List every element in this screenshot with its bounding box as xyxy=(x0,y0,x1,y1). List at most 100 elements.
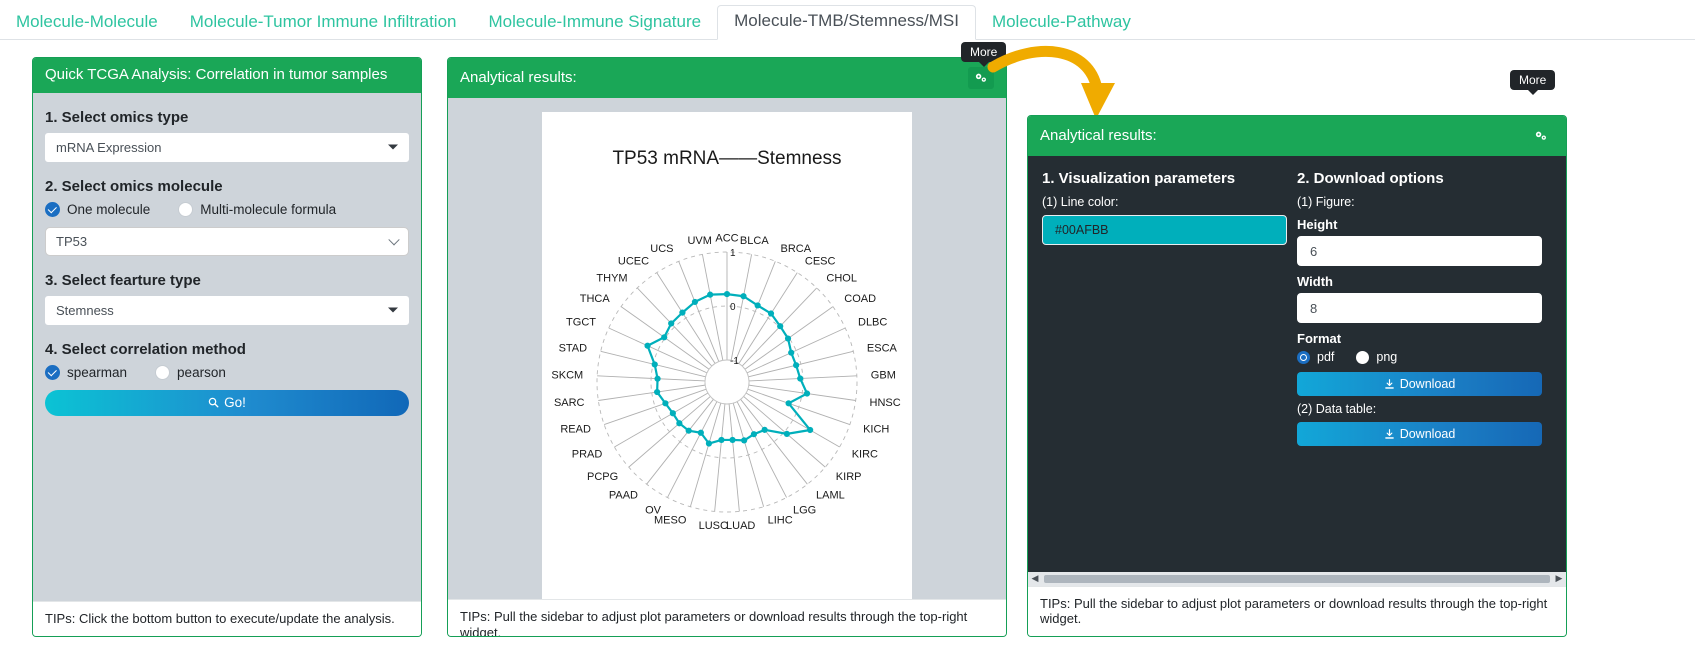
nav-tab-tumor-immune-infiltration[interactable]: Molecule-Tumor Immune Infiltration xyxy=(174,7,473,39)
correlation-method-group: spearman pearson xyxy=(45,364,409,380)
nav-tab-immune-signature[interactable]: Molecule-Immune Signature xyxy=(472,7,717,39)
visualization-options-body: 1. Visualization parameters (1) Line col… xyxy=(1028,156,1566,586)
scrollbar-thumb[interactable] xyxy=(1044,574,1550,583)
nav-tab-molecule-pathway[interactable]: Molecule-Pathway xyxy=(976,7,1147,39)
radio-one-molecule[interactable] xyxy=(45,201,60,217)
svg-text:0: 0 xyxy=(730,302,736,313)
svg-text:LGG: LGG xyxy=(793,505,816,517)
feature-type-label: 3. Select fearture type xyxy=(45,271,201,289)
go-button[interactable]: Go! xyxy=(45,389,409,416)
molecule-mode-group: One molecule Multi-molecule formula xyxy=(45,201,409,217)
download-figure-button[interactable]: Download xyxy=(1297,372,1542,396)
chevron-down-icon xyxy=(388,234,400,246)
feature-type-select[interactable]: Stemness xyxy=(45,295,409,325)
svg-text:BLCA: BLCA xyxy=(740,235,769,247)
radio-spearman[interactable] xyxy=(45,364,60,380)
feature-type-value: Stemness xyxy=(56,302,114,318)
correlation-method-label: 4. Select correlation method xyxy=(45,340,246,358)
analysis-settings-tips: TIPs: Click the bottom button to execute… xyxy=(33,601,421,636)
visualization-options-card: Analytical results: 1. Visualization par… xyxy=(1027,115,1567,637)
analysis-settings-title: Quick TCGA Analysis: Correlation in tumo… xyxy=(45,66,388,83)
svg-text:CESC: CESC xyxy=(805,255,836,267)
svg-text:THYM: THYM xyxy=(596,272,627,284)
format-label: Format xyxy=(1297,331,1342,346)
svg-text:PCPG: PCPG xyxy=(587,471,618,483)
omics-molecule-label: 2. Select omics molecule xyxy=(45,177,223,195)
svg-text:SARC: SARC xyxy=(554,397,585,409)
molecule-select[interactable]: TP53 xyxy=(45,226,409,256)
scroll-left-icon[interactable]: ◀ xyxy=(1028,574,1042,583)
width-value: 8 xyxy=(1310,300,1318,316)
analysis-settings-card: Quick TCGA Analysis: Correlation in tumo… xyxy=(32,57,422,637)
download-icon xyxy=(1385,378,1394,389)
radio-format-png[interactable] xyxy=(1356,350,1370,364)
radio-format-pdf-label: pdf xyxy=(1317,350,1335,364)
line-color-label: (1) Line color: xyxy=(1042,195,1119,209)
analytical-results-tips: TIPs: Pull the sidebar to adjust plot pa… xyxy=(448,599,1006,636)
radio-multi-molecule[interactable] xyxy=(178,201,194,217)
svg-text:LAML: LAML xyxy=(816,490,845,502)
svg-text:KICH: KICH xyxy=(863,424,889,436)
chevron-down-icon xyxy=(388,307,398,313)
nav-tab-tmb-stemness-msi[interactable]: Molecule-TMB/Stemness/MSI xyxy=(717,5,976,40)
svg-text:ACC: ACC xyxy=(715,233,738,245)
chevron-down-icon xyxy=(388,144,398,150)
svg-text:LUSC: LUSC xyxy=(699,520,728,532)
svg-text:LUAD: LUAD xyxy=(726,520,755,532)
height-input[interactable]: 6 xyxy=(1297,236,1542,266)
visualization-options-title: Analytical results: xyxy=(1040,126,1157,144)
svg-text:LIHC: LIHC xyxy=(768,515,793,527)
radar-chart-svg: TP53 mRNA——Stemness 1 0 -1 ACC BLCA BRCACESC CH… xyxy=(551,148,901,532)
svg-text:PRAD: PRAD xyxy=(572,449,603,461)
svg-text:HNSC: HNSC xyxy=(870,397,901,409)
svg-text:PAAD: PAAD xyxy=(609,490,638,502)
more-widget-button-right[interactable] xyxy=(1528,125,1554,147)
radio-pearson[interactable] xyxy=(155,364,171,380)
svg-text:-1: -1 xyxy=(730,356,739,367)
radio-one-molecule-label: One molecule xyxy=(67,201,151,217)
download-table-button[interactable]: Download xyxy=(1297,422,1542,446)
gears-icon xyxy=(1535,131,1546,140)
svg-text:READ: READ xyxy=(560,424,591,436)
svg-text:TP53 mRNA——Stemness: TP53 mRNA——Stemness xyxy=(612,148,841,169)
search-icon xyxy=(208,397,219,408)
main-nav: Molecule-Molecule Molecule-Tumor Immune … xyxy=(0,0,1695,40)
omics-type-select[interactable]: mRNA Expression xyxy=(45,132,409,162)
svg-text:BRCA: BRCA xyxy=(781,243,812,255)
visualization-options-tips: TIPs: Pull the sidebar to adjust plot pa… xyxy=(1028,585,1566,636)
page-content: Quick TCGA Analysis: Correlation in tumo… xyxy=(0,41,1695,655)
radar-plot: TP53 mRNA——Stemness 1 0 -1 ACC BLCA BRCA CESC CH… xyxy=(542,112,912,599)
svg-text:STAD: STAD xyxy=(559,343,588,355)
horizontal-scrollbar[interactable]: ◀ ▶ xyxy=(1028,571,1566,586)
nav-tab-molecule-molecule[interactable]: Molecule-Molecule xyxy=(0,7,174,39)
app-root: Molecule-Molecule Molecule-Tumor Immune … xyxy=(0,0,1695,655)
width-label: Width xyxy=(1297,274,1333,289)
svg-text:THCA: THCA xyxy=(580,293,611,305)
visualization-options-header: Analytical results: xyxy=(1028,116,1566,156)
visualization-parameters-heading: 1. Visualization parameters xyxy=(1042,170,1236,187)
line-color-input[interactable]: #00AFBB xyxy=(1042,215,1287,245)
analytical-results-body: TP53 mRNA——Stemness 1 0 -1 ACC BLCA BRCA CESC CH… xyxy=(448,98,1006,599)
radio-format-png-label: png xyxy=(1376,350,1398,364)
gears-icon xyxy=(975,73,986,82)
svg-text:DLBC: DLBC xyxy=(858,317,887,329)
analysis-settings-body: 1. Select omics type mRNA Expression 2. … xyxy=(33,92,421,602)
radio-format-pdf[interactable] xyxy=(1297,350,1310,364)
width-input[interactable]: 8 xyxy=(1297,293,1542,323)
more-widget-button[interactable] xyxy=(968,67,994,89)
analysis-settings-header: Quick TCGA Analysis: Correlation in tumo… xyxy=(33,58,421,93)
visualization-parameters-column: 1. Visualization parameters (1) Line col… xyxy=(1042,170,1297,586)
line-color-value: #00AFBB xyxy=(1055,223,1109,237)
svg-text:TGCT: TGCT xyxy=(566,317,596,329)
download-icon xyxy=(1385,428,1394,439)
scroll-right-icon[interactable]: ▶ xyxy=(1552,574,1566,583)
svg-text:UCS: UCS xyxy=(650,243,673,255)
svg-text:COAD: COAD xyxy=(844,293,876,305)
figure-label: (1) Figure: xyxy=(1297,195,1355,209)
format-radio-group: pdf png xyxy=(1297,350,1542,364)
radio-pearson-label: pearson xyxy=(177,364,226,380)
download-options-heading: 2. Download options xyxy=(1297,170,1444,187)
svg-text:OV: OV xyxy=(645,505,662,517)
download-figure-label: Download xyxy=(1399,377,1456,391)
svg-text:KIRP: KIRP xyxy=(836,471,862,483)
